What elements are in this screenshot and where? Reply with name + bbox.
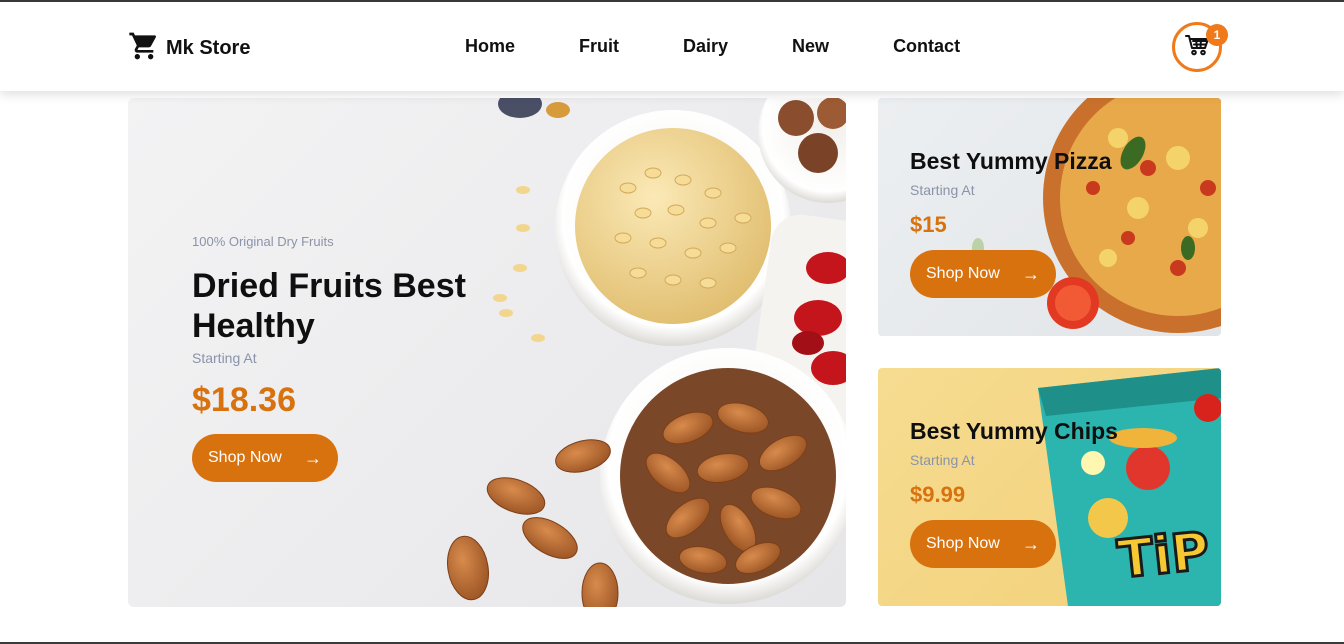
brand-name: Mk Store (166, 37, 251, 59)
chips-brand-text: TiP (1114, 520, 1214, 592)
shop-now-label: Shop Now (926, 535, 1000, 552)
promo-card-chips: TiP Best Yummy Chips Starting At $9.99 S… (878, 368, 1221, 606)
nav-link-dairy[interactable]: Dairy (683, 36, 728, 57)
brand-logo[interactable]: Mk Store (128, 30, 250, 67)
hero-starting-label: Starting At (192, 350, 257, 366)
nav-link-home[interactable]: Home (465, 36, 515, 57)
arrow-right-icon: → (1022, 263, 1040, 284)
cart-count-badge: 1 (1206, 24, 1228, 46)
main-nav: Home Fruit Dairy New Contact (465, 36, 960, 57)
site-header: Mk Store Home Fruit Dairy New Contact 1 (0, 2, 1344, 91)
promo-card-pizza: Best Yummy Pizza Starting At $15 Shop No… (878, 98, 1221, 336)
card-starting-label: Starting At (910, 182, 975, 198)
arrow-right-icon: → (1022, 533, 1040, 554)
card-title: Best Yummy Chips (910, 418, 1118, 444)
shop-now-label: Shop Now (926, 265, 1000, 282)
shop-now-label: Shop Now (208, 449, 282, 466)
hero-title: Dried Fruits Best Healthy (192, 267, 466, 345)
hero-kicker: 100% Original Dry Fruits (192, 234, 334, 249)
arrow-right-icon: → (304, 447, 322, 468)
chips-shop-now-button[interactable]: Shop Now → (910, 520, 1056, 568)
card-title: Best Yummy Pizza (910, 148, 1112, 174)
card-starting-label: Starting At (910, 452, 975, 468)
nav-link-fruit[interactable]: Fruit (579, 36, 619, 57)
hero-banner: 100% Original Dry Fruits Dried Fruits Be… (128, 98, 846, 607)
hero-shop-now-button[interactable]: Shop Now → (192, 434, 338, 482)
shopping-cart-icon (128, 30, 160, 67)
nav-link-contact[interactable]: Contact (893, 36, 960, 57)
card-price: $9.99 (910, 482, 966, 507)
hero-price: $18.36 (192, 381, 296, 419)
card-price: $15 (910, 212, 947, 237)
nav-link-new[interactable]: New (792, 36, 829, 57)
pizza-shop-now-button[interactable]: Shop Now → (910, 250, 1056, 298)
